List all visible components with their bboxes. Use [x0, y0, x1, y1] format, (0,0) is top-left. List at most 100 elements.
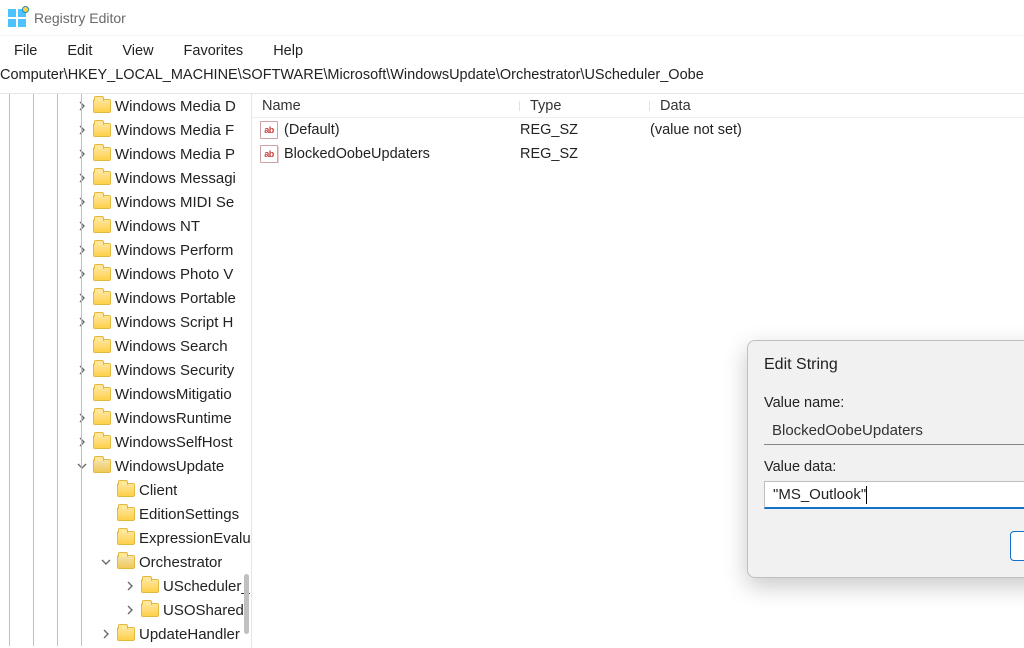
string-value-icon: ab — [260, 121, 278, 139]
chevron-right-icon[interactable] — [75, 315, 89, 329]
value-data-field[interactable]: "MS_Outlook" — [764, 481, 1024, 509]
chevron-right-icon[interactable] — [123, 579, 137, 593]
tree-item[interactable]: Windows Messagi — [0, 166, 251, 190]
menubar: File Edit View Favorites Help — [0, 36, 1024, 66]
tree-item[interactable]: EditionSettings — [0, 502, 251, 526]
tree-item-label: Windows Script H — [115, 314, 233, 331]
chevron-right-icon[interactable] — [123, 603, 137, 617]
tree-item-label: UScheduler_ — [163, 578, 250, 595]
tree-item[interactable]: WindowsUpdate — [0, 454, 251, 478]
tree-item[interactable]: WindowsRuntime — [0, 406, 251, 430]
tree-item-label: Client — [139, 482, 177, 499]
tree-item[interactable]: Orchestrator — [0, 550, 251, 574]
tree-scrollbar-thumb[interactable] — [244, 574, 249, 634]
tree-item-label: UpdateHandler — [139, 626, 240, 643]
folder-icon — [93, 435, 111, 449]
chevron-right-icon[interactable] — [75, 363, 89, 377]
app-title: Registry Editor — [34, 10, 126, 26]
tree-item-label: Orchestrator — [139, 554, 222, 571]
ok-button[interactable]: OK — [1010, 531, 1024, 561]
tree-item[interactable]: UScheduler_ — [0, 574, 251, 598]
menu-favorites[interactable]: Favorites — [178, 41, 250, 61]
list-row[interactable]: ab BlockedOobeUpdaters REG_SZ — [252, 142, 1024, 166]
tree-item[interactable]: Windows Perform — [0, 238, 251, 262]
chevron-down-icon[interactable] — [75, 459, 89, 473]
menu-view[interactable]: View — [116, 41, 159, 61]
folder-icon — [93, 171, 111, 185]
menu-help[interactable]: Help — [267, 41, 309, 61]
value-name: BlockedOobeUpdaters — [284, 146, 430, 162]
value-data-text: "MS_Outlook" — [773, 486, 866, 503]
folder-icon — [93, 195, 111, 209]
folder-icon — [93, 387, 111, 401]
chevron-right-icon[interactable] — [75, 267, 89, 281]
folder-icon — [117, 483, 135, 497]
chevron-right-icon[interactable] — [75, 291, 89, 305]
value-data-label: Value data: — [764, 459, 1024, 475]
value-name: (Default) — [284, 122, 340, 138]
tree-item-label: WindowsMitigatio — [115, 386, 232, 403]
regedit-icon — [8, 9, 26, 27]
chevron-right-icon[interactable] — [75, 123, 89, 137]
chevron-right-icon[interactable] — [75, 411, 89, 425]
chevron-down-icon[interactable] — [99, 555, 113, 569]
folder-icon — [93, 339, 111, 353]
tree-pane[interactable]: Windows Media D Windows Media F Windows Me… — [0, 94, 252, 648]
chevron-right-icon[interactable] — [99, 627, 113, 641]
tree-item-label: Windows Perform — [115, 242, 233, 259]
tree-item[interactable]: Client — [0, 478, 251, 502]
tree-item-label: ExpressionEvalu — [139, 530, 251, 547]
chevron-right-icon[interactable] — [75, 147, 89, 161]
edit-string-dialog: Edit String Value name: BlockedOobeUpdat… — [747, 340, 1024, 578]
tree-item[interactable]: Windows NT — [0, 214, 251, 238]
folder-icon — [93, 219, 111, 233]
list-row[interactable]: ab(Default)REG_SZ(value not set) — [252, 118, 1024, 142]
tree-item[interactable]: WindowsSelfHost — [0, 430, 251, 454]
col-type[interactable]: Type — [520, 98, 650, 114]
menu-file[interactable]: File — [8, 41, 43, 61]
chevron-right-icon[interactable] — [75, 243, 89, 257]
folder-icon — [141, 603, 159, 617]
tree-item[interactable]: Windows Media P — [0, 142, 251, 166]
tree-item[interactable]: Windows Photo V — [0, 262, 251, 286]
tree-item-label: Windows Media D — [115, 98, 236, 115]
folder-icon — [93, 147, 111, 161]
tree-item[interactable]: Windows Search — [0, 334, 251, 358]
list-pane: Name Type Data ab (Default) REG_SZ(value n… — [252, 94, 1024, 648]
titlebar: Registry Editor — [0, 0, 1024, 36]
col-data[interactable]: Data — [650, 98, 701, 114]
value-data: (value not set) — [650, 122, 742, 138]
value-name-label: Value name: — [764, 395, 1024, 411]
chevron-right-icon[interactable] — [75, 195, 89, 209]
menu-edit[interactable]: Edit — [61, 41, 98, 61]
chevron-right-icon[interactable] — [75, 171, 89, 185]
tree-item[interactable]: WindowsMitigatio — [0, 382, 251, 406]
folder-icon — [93, 123, 111, 137]
tree-item-label: WindowsUpdate — [115, 458, 224, 475]
tree-item-label: Windows Photo V — [115, 266, 233, 283]
tree-item[interactable]: UpdateHandler — [0, 622, 251, 646]
value-type: REG_SZ — [520, 146, 650, 162]
tree-item[interactable]: Windows Security — [0, 358, 251, 382]
value-name-text: BlockedOobeUpdaters — [772, 422, 923, 439]
tree-item[interactable]: Windows Script H — [0, 310, 251, 334]
tree-item[interactable]: USOShared — [0, 598, 251, 622]
folder-icon — [93, 267, 111, 281]
tree-item[interactable]: Windows Media D — [0, 94, 251, 118]
tree-item[interactable]: Windows Portable — [0, 286, 251, 310]
folder-icon — [117, 507, 135, 521]
chevron-right-icon[interactable] — [75, 219, 89, 233]
chevron-right-icon[interactable] — [75, 99, 89, 113]
folder-icon — [93, 411, 111, 425]
tree-item[interactable]: ExpressionEvalu — [0, 526, 251, 550]
chevron-right-icon[interactable] — [75, 435, 89, 449]
value-name-field[interactable]: BlockedOobeUpdaters — [764, 417, 1024, 445]
tree-item-label: Windows MIDI Se — [115, 194, 234, 211]
tree-item[interactable]: Windows Media F — [0, 118, 251, 142]
address-bar[interactable]: Computer\HKEY_LOCAL_MACHINE\SOFTWARE\Mic… — [0, 66, 1024, 94]
col-name[interactable]: Name — [252, 98, 520, 114]
tree-item[interactable]: Windows MIDI Se — [0, 190, 251, 214]
tree-item-label: Windows Media P — [115, 146, 235, 163]
string-value-icon: ab — [260, 145, 278, 163]
folder-icon — [93, 99, 111, 113]
